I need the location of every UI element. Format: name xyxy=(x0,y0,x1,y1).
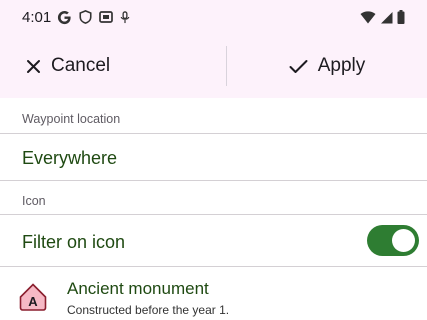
divider xyxy=(0,180,427,181)
signal-icon xyxy=(380,11,393,24)
divider xyxy=(0,214,427,215)
ancient-monument-title[interactable]: Ancient monument xyxy=(67,279,209,299)
status-icons-left xyxy=(57,10,130,25)
waypoint-location-label: Waypoint location xyxy=(22,112,121,126)
cancel-button[interactable]: Cancel xyxy=(0,34,226,98)
status-icons-right xyxy=(360,10,405,24)
cancel-label: Cancel xyxy=(51,55,111,76)
mic-icon xyxy=(120,10,130,24)
apply-button[interactable]: Apply xyxy=(227,34,427,98)
filter-on-icon-toggle[interactable] xyxy=(367,225,419,256)
battery-icon xyxy=(397,10,405,24)
letter-a-marker-icon: A xyxy=(19,283,47,311)
wifi-icon xyxy=(360,10,376,24)
divider xyxy=(0,133,427,134)
marker-letter: A xyxy=(28,294,38,309)
waypoint-location-value[interactable]: Everywhere xyxy=(22,148,117,169)
divider xyxy=(0,266,427,267)
screen-icon xyxy=(99,10,114,24)
google-icon xyxy=(57,10,72,25)
status-time: 4:01 xyxy=(22,8,52,26)
action-bar: Cancel Apply xyxy=(0,34,427,98)
apply-label: Apply xyxy=(317,55,366,76)
ancient-monument-subtitle: Constructed before the year 1. xyxy=(67,303,230,317)
close-icon xyxy=(26,59,41,74)
check-icon xyxy=(289,59,308,74)
shield-icon xyxy=(79,10,92,24)
icon-section-label: Icon xyxy=(22,194,46,208)
toggle-knob xyxy=(392,229,415,252)
filter-on-icon-label: Filter on icon xyxy=(22,232,126,252)
status-bar: 4:01 xyxy=(0,0,427,34)
